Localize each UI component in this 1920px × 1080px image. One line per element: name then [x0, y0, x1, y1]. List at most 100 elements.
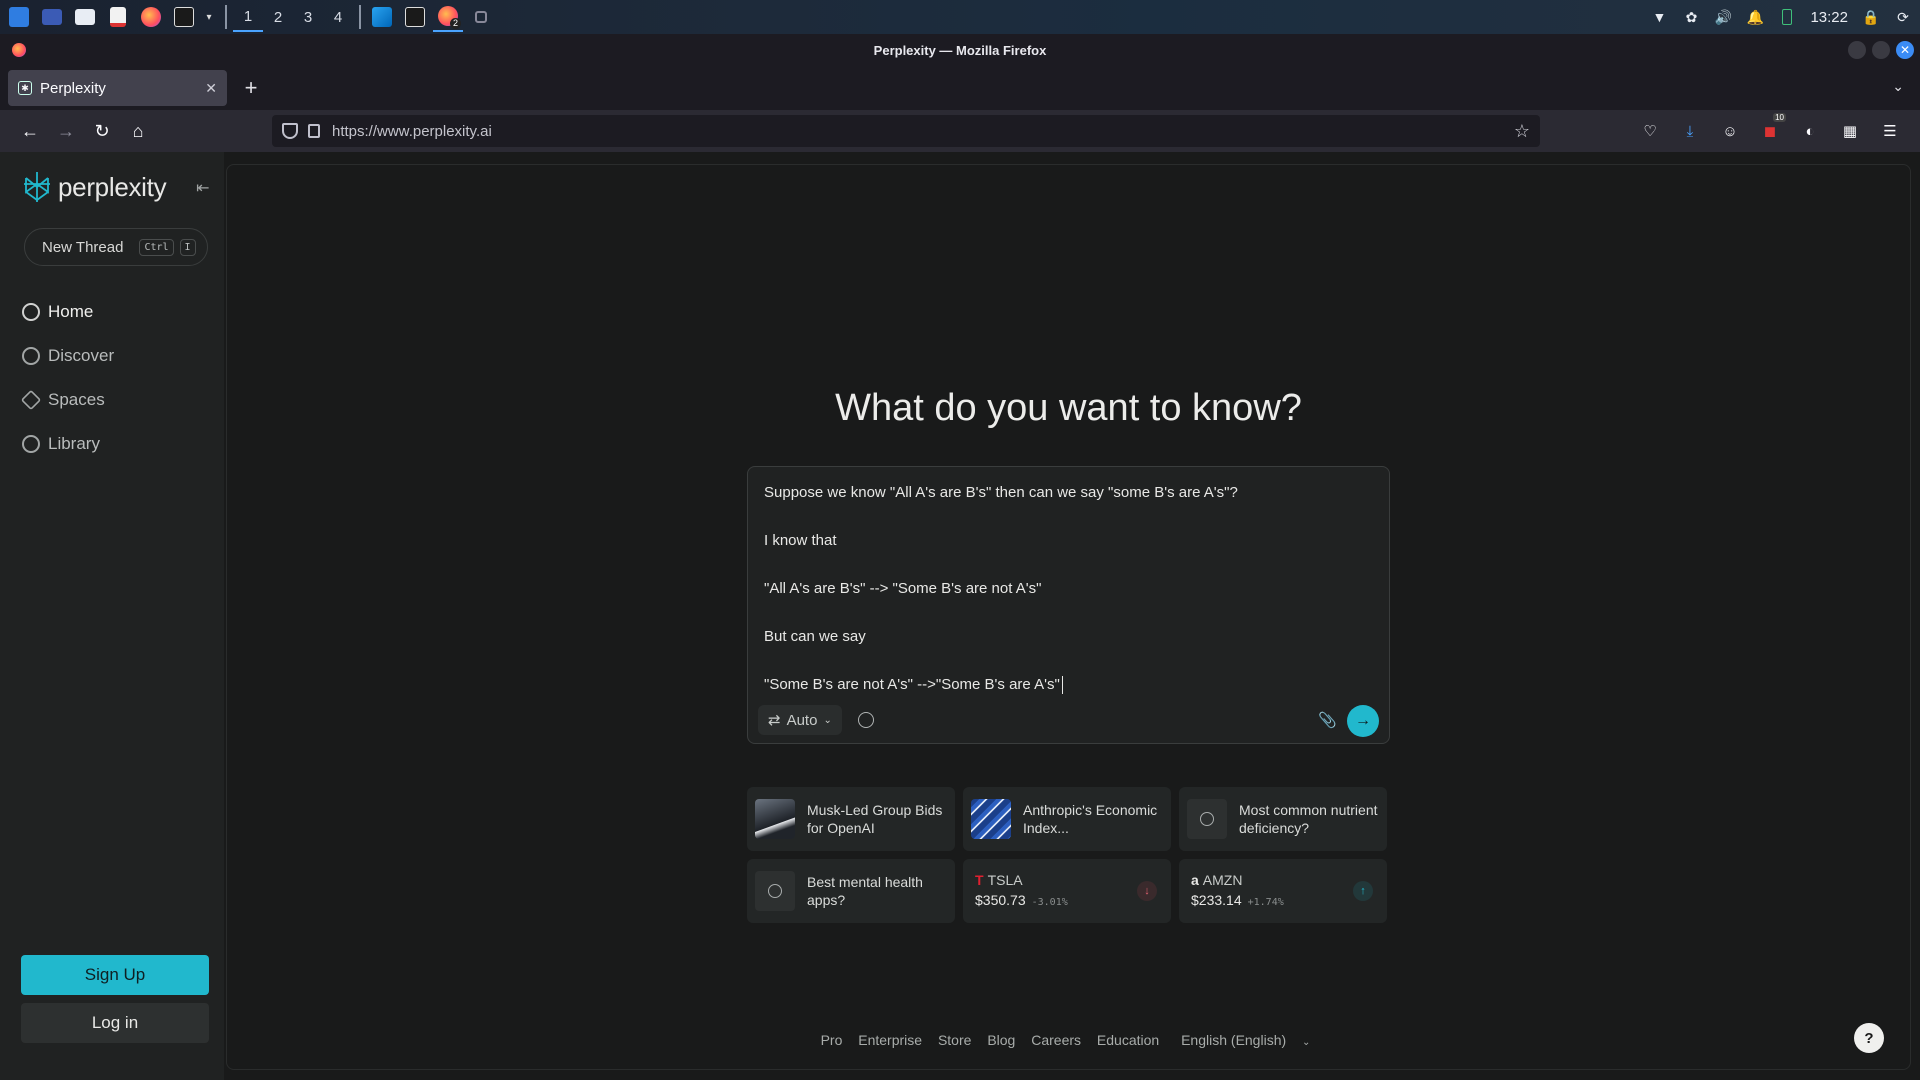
- logo-text: perplexity: [58, 171, 167, 202]
- footer-link-careers[interactable]: Careers: [1031, 1032, 1081, 1048]
- volume-icon[interactable]: 🔊: [1714, 8, 1732, 26]
- terminal-icon[interactable]: [400, 2, 430, 32]
- stock-change: +1.74%: [1247, 896, 1284, 908]
- lock-icon[interactable]: 🔒: [1862, 8, 1880, 26]
- minimize-button[interactable]: [1848, 41, 1866, 59]
- workspace-2[interactable]: 2: [263, 2, 293, 32]
- chevron-down-icon[interactable]: ▾: [202, 2, 216, 32]
- language-selector[interactable]: English (English) ⌄: [1175, 1032, 1316, 1048]
- tab-perplexity[interactable]: ✱ Perplexity ✕: [8, 70, 227, 106]
- log-in-button[interactable]: Log in: [21, 1003, 209, 1043]
- window-titlebar: Perplexity — Mozilla Firefox ✕: [0, 34, 1920, 66]
- vscode-icon[interactable]: [367, 2, 397, 32]
- sidebar-item-library[interactable]: Library: [22, 422, 114, 466]
- new-tab-button[interactable]: +: [235, 72, 267, 104]
- tab-strip: ✱ Perplexity ✕ + ⌄: [0, 66, 1920, 110]
- stock-card-amzn[interactable]: a AMZN $233.14 +1.74% ↑: [1179, 859, 1387, 923]
- url-text[interactable]: https://www.perplexity.ai: [332, 123, 492, 140]
- query-textarea[interactable]: Suppose we know "All A's are B's" then c…: [764, 481, 1364, 697]
- suggestion-card-news[interactable]: Anthropic's Economic Index...: [963, 787, 1171, 851]
- search-icon: [22, 303, 40, 321]
- extensions-icon[interactable]: ▦: [1838, 115, 1862, 147]
- library-icon: [22, 435, 40, 453]
- lock-icon[interactable]: [308, 124, 320, 138]
- bookmark-star-icon[interactable]: ☆: [1514, 121, 1530, 142]
- query-composer[interactable]: Suppose we know "All A's are B's" then c…: [747, 466, 1390, 744]
- anthropic-thumbnail-image: [971, 799, 1011, 839]
- power-icon[interactable]: ⟳: [1894, 8, 1912, 26]
- window-title: Perplexity — Mozilla Firefox: [873, 42, 1047, 58]
- workspace-4[interactable]: 4: [323, 2, 353, 32]
- footer-link-store[interactable]: Store: [938, 1032, 971, 1048]
- suggestion-card-news[interactable]: Musk-Led Group Bids for OpenAI: [747, 787, 955, 851]
- chevron-down-icon: ⌄: [823, 714, 832, 726]
- submit-arrow-button[interactable]: →: [1347, 705, 1379, 737]
- firefox-icon: [12, 43, 26, 57]
- sidebar-item-label: Discover: [48, 346, 115, 365]
- perplexity-logo[interactable]: perplexity: [22, 170, 167, 204]
- applet-icon[interactable]: ✿: [1682, 8, 1700, 26]
- text-cursor: [1061, 676, 1063, 695]
- address-bar[interactable]: https://www.perplexity.ai ☆: [272, 115, 1540, 147]
- close-tab-icon[interactable]: ✕: [205, 80, 217, 97]
- account-icon[interactable]: ☺: [1718, 115, 1742, 147]
- kde-menu-icon[interactable]: [4, 2, 34, 32]
- sidebar-item-home[interactable]: Home: [22, 290, 114, 334]
- list-all-tabs-chevron-icon[interactable]: ⌄: [1892, 78, 1904, 95]
- clock[interactable]: 13:22: [1810, 9, 1848, 26]
- card-label: Musk-Led Group Bids for OpenAI: [807, 802, 943, 836]
- stock-change: -3.01%: [1031, 896, 1068, 908]
- footer-link-pro[interactable]: Pro: [821, 1032, 843, 1048]
- sources-globe-icon[interactable]: [857, 712, 874, 728]
- dark-reader-icon[interactable]: ◐: [1798, 115, 1822, 147]
- sign-up-button[interactable]: Sign Up: [21, 955, 209, 995]
- reload-button[interactable]: ↻: [86, 115, 118, 147]
- footer-link-enterprise[interactable]: Enterprise: [858, 1032, 922, 1048]
- firefox-icon[interactable]: 2: [433, 2, 463, 32]
- file-manager-icon[interactable]: [70, 2, 100, 32]
- wifi-icon[interactable]: ▼: [1650, 8, 1668, 26]
- desktop-icon[interactable]: [37, 2, 67, 32]
- menu-hamburger-icon[interactable]: ☰: [1878, 115, 1902, 147]
- footer-link-blog[interactable]: Blog: [987, 1032, 1015, 1048]
- downloads-icon[interactable]: ⤓: [1678, 115, 1702, 147]
- footer-link-education[interactable]: Education: [1097, 1032, 1159, 1048]
- pocket-icon[interactable]: ♡: [1638, 115, 1662, 147]
- suggestion-card-search[interactable]: Most common nutrient deficiency?: [1179, 787, 1387, 851]
- footer-links: Pro Enterprise Store Blog Careers Educat…: [227, 1032, 1910, 1048]
- firefox-icon[interactable]: [136, 2, 166, 32]
- main-panel: What do you want to know? Suppose we kno…: [226, 164, 1911, 1070]
- search-icon: [755, 871, 795, 911]
- terminal-icon[interactable]: [169, 2, 199, 32]
- back-button[interactable]: ←: [14, 115, 46, 147]
- stock-card-tsla[interactable]: T TSLA $350.73 -3.01% ↓: [963, 859, 1171, 923]
- query-line-last: "Some B's are not A's" -->"Some B's are …: [764, 673, 1364, 697]
- sidebar-nav: Home Discover Spaces Library: [20, 290, 114, 466]
- ublock-icon[interactable]: ◼ 10: [1758, 113, 1786, 147]
- card-label: Most common nutrient deficiency?: [1239, 802, 1378, 836]
- help-button[interactable]: ?: [1854, 1023, 1884, 1053]
- battery-icon[interactable]: [1778, 8, 1796, 26]
- home-button[interactable]: ⌂: [122, 115, 154, 147]
- workspace-1[interactable]: 1: [233, 2, 263, 32]
- shortcut-key: I: [179, 238, 196, 256]
- sidebar-item-spaces[interactable]: Spaces: [20, 378, 114, 422]
- suggestion-card-search[interactable]: Best mental health apps?: [747, 859, 955, 923]
- forward-button[interactable]: →: [50, 115, 82, 147]
- new-thread-label: New Thread: [42, 238, 124, 256]
- collapse-sidebar-icon[interactable]: ⇤: [196, 178, 209, 198]
- page-title: What do you want to know?: [835, 387, 1302, 429]
- maximize-button[interactable]: [1872, 41, 1890, 59]
- pdf-icon[interactable]: [103, 2, 133, 32]
- tracking-protection-shield-icon[interactable]: [282, 123, 298, 139]
- sidebar-item-discover[interactable]: Discover: [22, 334, 114, 378]
- bell-icon[interactable]: 🔔: [1746, 8, 1764, 26]
- attach-paperclip-icon[interactable]: 📎: [1318, 711, 1337, 729]
- sidebar: perplexity ⇤ New Thread Ctrl I Home Disc…: [0, 152, 224, 1080]
- search-mode-selector[interactable]: ⇄ Auto ⌄: [758, 705, 842, 735]
- close-window-button[interactable]: ✕: [1896, 41, 1914, 59]
- new-thread-button[interactable]: New Thread Ctrl I: [24, 228, 208, 266]
- tab-title: Perplexity: [40, 79, 106, 97]
- workspace-3[interactable]: 3: [293, 2, 323, 32]
- window-icon[interactable]: [466, 2, 496, 32]
